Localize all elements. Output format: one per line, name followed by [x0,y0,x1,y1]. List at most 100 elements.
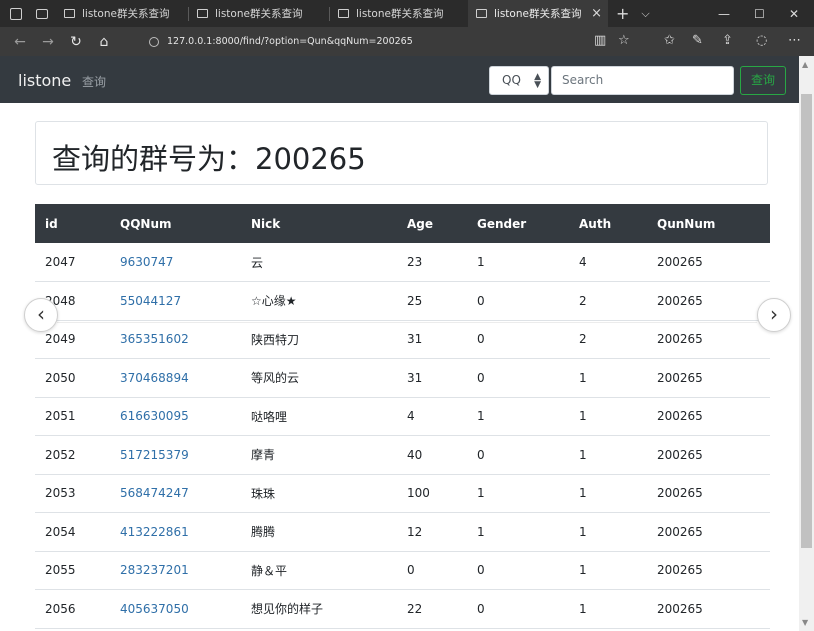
table-row: 2051 616630095 哒咯哩 4 1 1 200265 [35,397,770,436]
tab-label: listone群关系查询 [215,8,303,20]
favorite-star-icon[interactable]: ☆ [618,33,630,48]
cell-id: 2050 [35,358,110,398]
cell-auth: 1 [569,512,647,552]
cell-gender: 1 [467,512,569,552]
cell-id: 2052 [35,435,110,475]
cell-nick: 珠珠 [241,474,397,513]
browser-tab-active[interactable]: listone群关系查询 × [468,0,608,27]
carousel-next-button[interactable]: › [757,298,791,332]
scroll-down-icon[interactable]: ▼ [802,618,808,627]
cell-qqnum[interactable]: 365351602 [110,320,241,359]
more-icon[interactable]: ⋯ [788,33,801,48]
cell-nick: 想见你的样子 [241,589,397,629]
cell-gender: 0 [467,281,569,321]
browser-tab-1[interactable]: listone群关系查询 [56,0,188,27]
address-field[interactable]: 127.0.0.1:8000/find/?option=Qun&qqNum=20… [143,32,643,51]
site-navbar: listone 查询 QQ ▲ ▼ Search 查询 [0,56,799,103]
refresh-icon[interactable]: ↻ [62,34,90,50]
cell-auth: 1 [569,474,647,513]
scrollbar-thumb[interactable] [801,94,812,548]
cell-gender: 0 [467,435,569,475]
cell-nick: 等风的云 [241,358,397,398]
browser-tab-3[interactable]: listone群关系查询 [330,0,468,27]
table-row: 2052 517215379 摩青 40 0 1 200265 [35,435,770,475]
cell-gender: 1 [467,474,569,513]
cell-age: 12 [397,512,467,552]
cell-gender: 1 [467,397,569,436]
column-header-nick: Nick [241,204,397,243]
cell-id: 2047 [35,243,110,282]
browser-tab-strip: listone群关系查询 listone群关系查询 listone群关系查询 l… [0,0,814,27]
home-icon[interactable]: ⌂ [90,34,118,50]
cell-gender: 0 [467,320,569,359]
cell-id: 2051 [35,397,110,436]
scroll-up-icon[interactable]: ▲ [802,60,808,69]
cell-qqnum[interactable]: 55044127 [110,281,241,321]
extension-icon[interactable]: ◌ [756,33,767,48]
pen-icon[interactable]: ✎ [692,33,703,48]
cell-qunnum: 200265 [647,435,770,475]
members-table: id QQNum Nick Age Gender Auth QunNum 204… [35,204,770,629]
search-button[interactable]: 查询 [740,66,786,95]
reading-view-icon[interactable]: ▥ [594,33,606,48]
table-row: 2055 283237201 静＆平 0 0 1 200265 [35,551,770,590]
cell-id: 2054 [35,512,110,552]
back-icon[interactable]: ← [6,34,34,50]
tab-actions-icon[interactable] [10,7,22,20]
minimize-icon[interactable]: — [718,0,730,27]
cell-qunnum: 200265 [647,243,770,282]
cell-nick: 云 [241,243,397,282]
forward-icon[interactable]: → [34,34,62,50]
cell-qqnum[interactable]: 9630747 [110,243,241,282]
cell-id: 2053 [35,474,110,513]
url-text: 127.0.0.1:8000/find/?option=Qun&qqNum=20… [167,36,413,47]
cell-age: 4 [397,397,467,436]
maximize-icon[interactable]: ☐ [754,0,765,27]
address-toolbar: ← → ↻ ⌂ 127.0.0.1:8000/find/?option=Qun&… [0,27,814,56]
cell-qqnum[interactable]: 370468894 [110,358,241,398]
table-row: 2050 370468894 等风的云 31 0 1 200265 [35,358,770,398]
share-icon[interactable]: ⇪ [722,33,733,48]
cell-nick: 静＆平 [241,551,397,590]
cell-qqnum[interactable]: 568474247 [110,474,241,513]
page-scrollbar[interactable]: ▲ ▼ [799,56,814,631]
site-info-icon[interactable] [149,36,159,47]
cell-qqnum[interactable]: 517215379 [110,435,241,475]
carousel-prev-button[interactable]: ‹ [24,298,58,332]
cell-qunnum: 200265 [647,358,770,398]
cell-auth: 2 [569,281,647,321]
cell-auth: 1 [569,551,647,590]
search-input[interactable]: Search [551,66,734,95]
cell-qqnum[interactable]: 283237201 [110,551,241,590]
page-icon [197,9,208,18]
cell-age: 31 [397,320,467,359]
browser-tab-2[interactable]: listone群关系查询 [189,0,329,27]
new-tab-icon[interactable]: + [616,4,629,23]
cell-gender: 0 [467,589,569,629]
page-icon [476,9,487,18]
nav-link-query[interactable]: 查询 [82,73,106,90]
navbar-brand[interactable]: listone [18,71,71,90]
chevron-down-icon[interactable]: ⌵ [641,7,649,21]
page-content: 查询的群号为：200265 id QQNum Nick Age Gender A… [0,103,799,631]
table-row: 2056 405637050 想见你的样子 22 0 1 200265 [35,589,770,629]
cell-auth: 1 [569,589,647,629]
cell-qqnum[interactable]: 413222861 [110,512,241,552]
cell-auth: 4 [569,243,647,282]
cell-auth: 1 [569,358,647,398]
cell-qqnum[interactable]: 405637050 [110,589,241,629]
tab-list-icon[interactable] [36,8,48,19]
cell-age: 23 [397,243,467,282]
cell-gender: 0 [467,551,569,590]
cell-age: 40 [397,435,467,475]
column-header-qunnum: QunNum [647,204,770,243]
page-icon [64,9,75,18]
carousel-track-line [57,322,757,323]
cell-qqnum[interactable]: 616630095 [110,397,241,436]
favorites-list-icon[interactable]: ✩ [664,33,675,48]
close-window-icon[interactable]: ✕ [789,0,799,27]
search-type-select[interactable]: QQ ▲ ▼ [489,66,549,95]
cell-auth: 1 [569,435,647,475]
cell-nick: 摩青 [241,435,397,475]
close-tab-icon[interactable]: × [591,6,602,21]
